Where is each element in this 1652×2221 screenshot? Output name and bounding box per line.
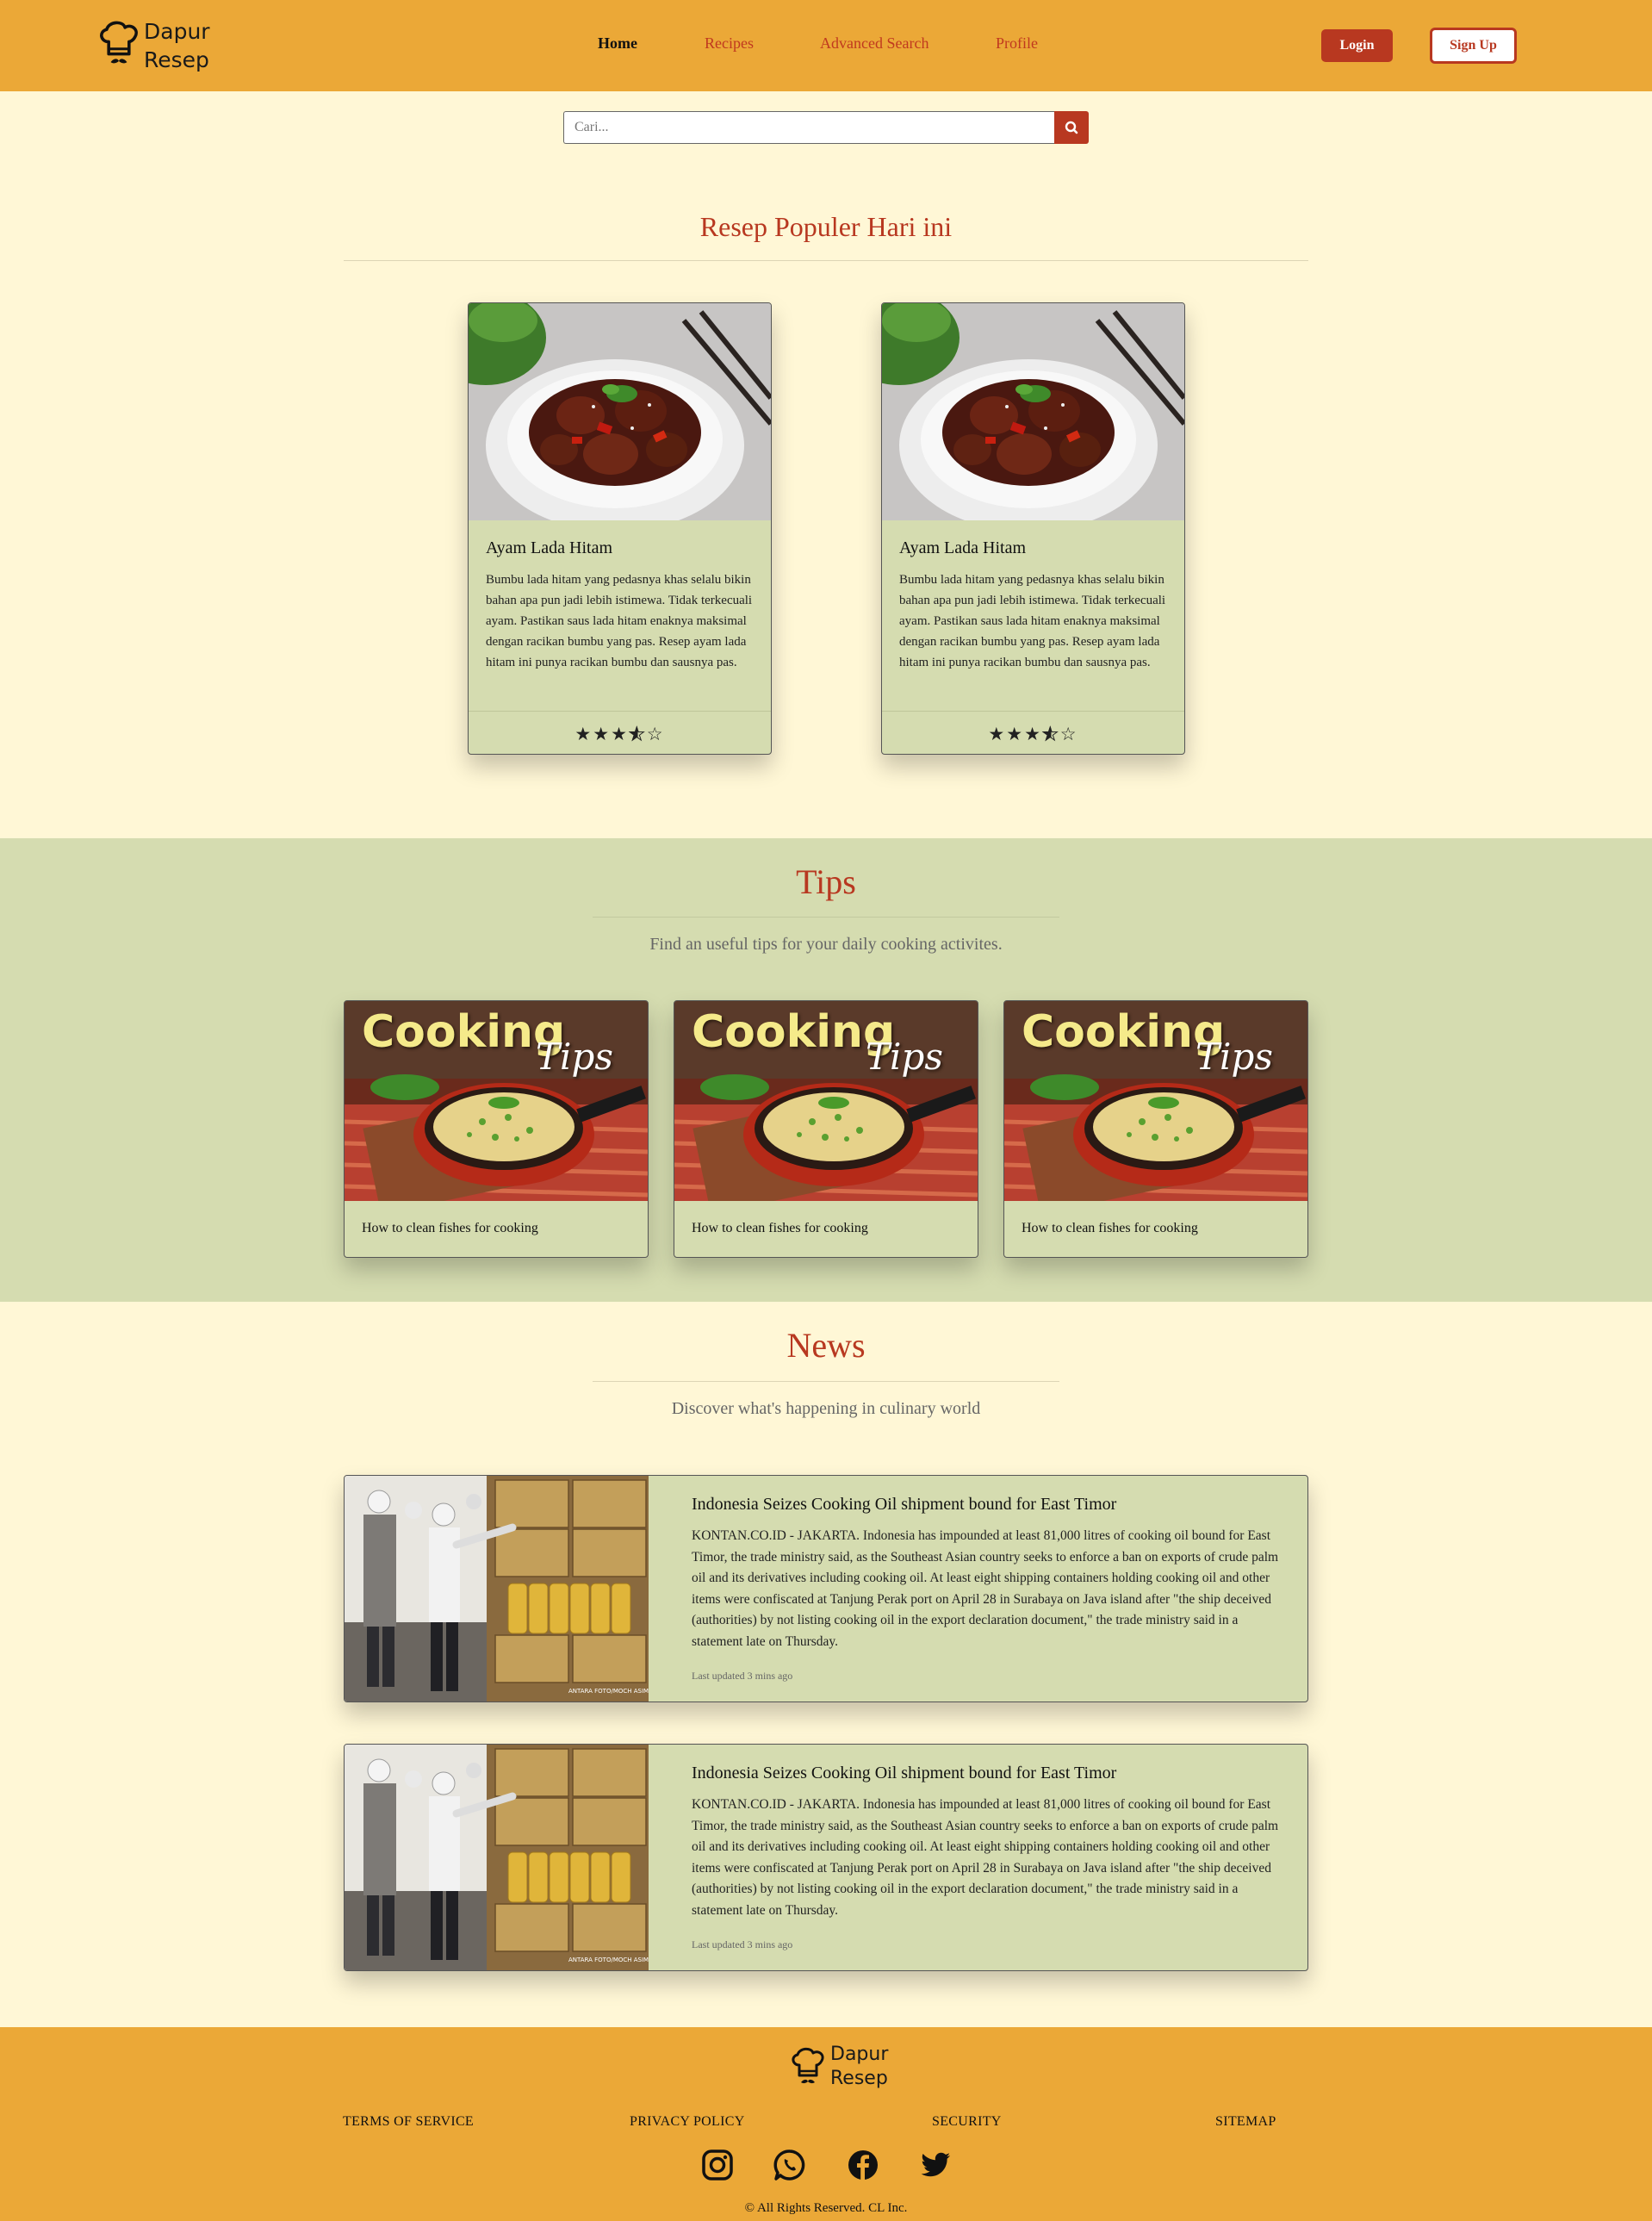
star-full-icon: ★: [988, 724, 1007, 744]
tip-card[interactable]: Cooking Tips How to clean fishes for coo…: [344, 1000, 649, 1258]
brand-name: Dapur Resep: [144, 17, 210, 74]
brand-line-2: Resep: [144, 47, 209, 72]
nav-advanced-search[interactable]: Advanced Search: [820, 34, 928, 53]
search-input[interactable]: [563, 111, 1054, 144]
news-item-body: KONTAN.CO.ID - JAKARTA. Indonesia has im…: [692, 1528, 1279, 1649]
twitter-icon[interactable]: [918, 2148, 953, 2182]
star-full-icon: ★: [1006, 724, 1025, 744]
popular-divider: [344, 260, 1308, 261]
star-rating: ★★★★☆: [882, 724, 1184, 745]
star-half-icon: ★: [628, 724, 647, 745]
facebook-icon[interactable]: [846, 2148, 880, 2182]
search-button[interactable]: [1054, 111, 1089, 144]
login-button[interactable]: Login: [1321, 29, 1393, 62]
star-full-icon: ★: [611, 724, 629, 744]
nav-home[interactable]: Home: [598, 34, 637, 53]
recipe-card[interactable]: Ayam Lada Hitam Bumbu lada hitam yang pe…: [881, 302, 1185, 755]
tips-divider: [593, 917, 1059, 918]
news-item-title[interactable]: Indonesia Seizes Cooking Oil shipment bo…: [692, 1495, 1116, 1515]
brand-name: Dapur Resep: [830, 2043, 888, 2091]
whatsapp-icon[interactable]: [773, 2148, 807, 2182]
navbar: Dapur Resep Home Recipes Advanced Search…: [0, 0, 1652, 91]
tips-title: Tips: [796, 862, 856, 901]
news-subtitle: Discover what's happening in culinary wo…: [671, 1399, 981, 1418]
news-image: [345, 1745, 649, 1970]
recipe-image: [469, 303, 771, 520]
chef-hat-icon: [100, 21, 138, 65]
nav-recipes[interactable]: Recipes: [705, 34, 754, 53]
popular-title: Resep Populer Hari ini: [699, 211, 953, 242]
star-full-icon: ★: [574, 724, 593, 744]
tips-subtitle: Find an useful tips for your daily cooki…: [649, 935, 1003, 954]
footer-link-terms[interactable]: TERMS OF SERVICE: [343, 2114, 474, 2130]
brand-line-1: Dapur: [830, 2044, 889, 2065]
search-bar: [563, 111, 1089, 144]
recipe-image: [882, 303, 1184, 520]
tip-label: How to clean fishes for cooking: [362, 1221, 538, 1235]
brand-line-1: Dapur: [144, 19, 210, 44]
footer-link-privacy[interactable]: PRIVACY POLICY: [630, 2114, 745, 2130]
search-icon: [1065, 121, 1078, 134]
recipe-description: Bumbu lada hitam yang pedasnya khas sela…: [486, 573, 753, 669]
chef-hat-icon: [792, 2047, 824, 2085]
recipe-title: Ayam Lada Hitam: [899, 538, 1027, 557]
brand-line-2: Resep: [830, 2068, 888, 2089]
star-full-icon: ★: [1024, 724, 1042, 744]
tip-image-word-2: Tips: [1196, 1036, 1273, 1078]
recipe-card[interactable]: Ayam Lada Hitam Bumbu lada hitam yang pe…: [468, 302, 772, 755]
news-updated-time: Last updated 3 mins ago: [692, 1670, 793, 1682]
tip-card[interactable]: Cooking Tips How to clean fishes for coo…: [674, 1000, 978, 1258]
recipe-title: Ayam Lada Hitam: [486, 538, 613, 557]
signup-button[interactable]: Sign Up: [1430, 28, 1517, 64]
news-title: News: [786, 1326, 866, 1365]
star-rating: ★★★★☆: [469, 724, 771, 745]
recipe-description: Bumbu lada hitam yang pedasnya khas sela…: [899, 573, 1166, 669]
instagram-icon[interactable]: [700, 2148, 735, 2182]
tip-image-word-2: Tips: [866, 1036, 943, 1078]
card-divider: [469, 711, 771, 712]
star-empty-icon: ☆: [646, 724, 665, 744]
news-item-body: KONTAN.CO.ID - JAKARTA. Indonesia has im…: [692, 1797, 1279, 1918]
copyright: © All Rights Reserved. CL Inc.: [744, 2201, 908, 2215]
tip-image-word-1: Cooking: [362, 1006, 566, 1058]
tip-label: How to clean fishes for cooking: [1022, 1221, 1198, 1235]
brand-logo[interactable]: Dapur Resep: [96, 16, 210, 76]
footer-link-security[interactable]: SECURITY: [932, 2114, 1002, 2130]
tip-image-word-1: Cooking: [692, 1006, 896, 1058]
star-half-icon: ★: [1041, 724, 1060, 745]
tip-label: How to clean fishes for cooking: [692, 1221, 868, 1235]
star-empty-icon: ☆: [1059, 724, 1078, 744]
news-item-title[interactable]: Indonesia Seizes Cooking Oil shipment bo…: [692, 1764, 1116, 1783]
tip-image-word-1: Cooking: [1022, 1006, 1226, 1058]
tip-image-word-2: Tips: [536, 1036, 613, 1078]
footer-link-sitemap[interactable]: SITEMAP: [1215, 2114, 1276, 2130]
news-card[interactable]: ANTARA FOTO/MOCH ASIM Indonesia Seizes C…: [344, 1744, 1308, 1971]
footer-logo[interactable]: Dapur Resep: [789, 2043, 901, 2094]
news-divider: [593, 1381, 1059, 1382]
news-card[interactable]: ANTARA FOTO/MOCH ASIM Indonesia Seizes C…: [344, 1475, 1308, 1702]
news-updated-time: Last updated 3 mins ago: [692, 1938, 793, 1950]
tip-card[interactable]: Cooking Tips How to clean fishes for coo…: [1003, 1000, 1308, 1258]
news-image: [345, 1476, 649, 1702]
footer: Dapur Resep TERMS OF SERVICE PRIVACY POL…: [0, 2027, 1652, 2221]
photo-credit: ANTARA FOTO/MOCH ASIM: [568, 1957, 649, 1963]
card-divider: [882, 711, 1184, 712]
star-full-icon: ★: [593, 724, 612, 744]
photo-credit: ANTARA FOTO/MOCH ASIM: [568, 1688, 649, 1695]
nav-profile[interactable]: Profile: [996, 34, 1038, 53]
